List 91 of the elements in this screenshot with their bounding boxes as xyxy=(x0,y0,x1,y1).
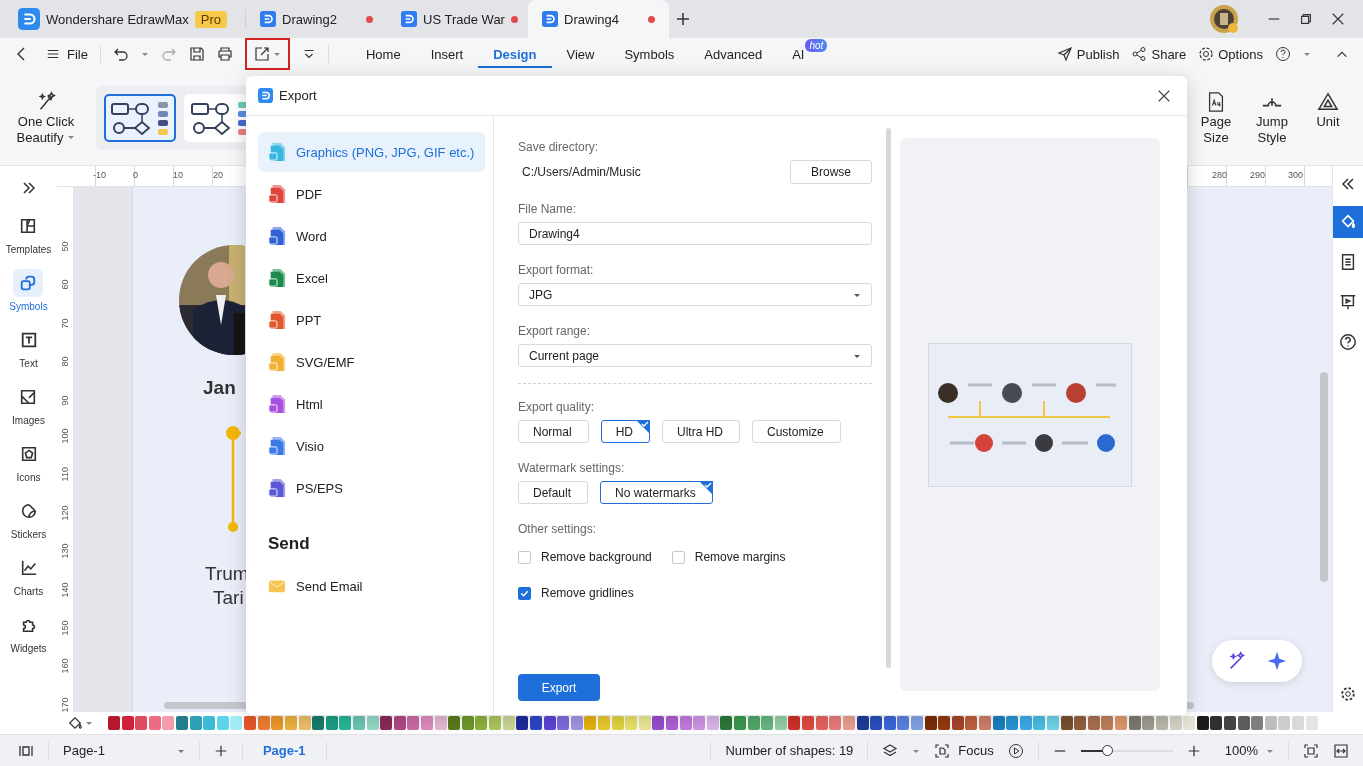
focus-button[interactable]: Focus xyxy=(934,742,994,759)
browse-button[interactable]: Browse xyxy=(790,160,872,184)
quality-option[interactable]: Customize xyxy=(752,420,841,443)
ruler-label: 20 xyxy=(213,170,224,182)
ruler-label: 0 xyxy=(133,170,139,182)
header-action[interactable]: Publish xyxy=(1056,46,1120,62)
hot-badge: hot xyxy=(805,38,828,52)
send-option[interactable]: Send Email xyxy=(258,566,485,606)
ruler-label: 300 xyxy=(1288,170,1305,182)
field-label: Export format: xyxy=(518,263,595,277)
ruler-label: 60 xyxy=(59,278,71,290)
header-action[interactable]: Options xyxy=(1198,46,1263,62)
watermark-option[interactable]: Default xyxy=(518,481,589,504)
ruler-label: 130 xyxy=(59,542,71,559)
checkbox-label: Remove background xyxy=(541,550,652,564)
quality-option[interactable]: HD xyxy=(600,420,650,443)
ribbon-tab[interactable]: Symbols xyxy=(609,40,690,68)
sidebar-item[interactable]: Templates xyxy=(5,212,52,255)
ribbon-tab[interactable]: View xyxy=(551,40,610,68)
checkbox-label: Remove gridlines xyxy=(541,586,634,600)
watermark-option[interactable]: No watermarks xyxy=(600,481,713,504)
ribbon-tool[interactable]: Jump Style xyxy=(1253,90,1291,145)
ruler-label: 10 xyxy=(173,170,184,182)
ruler-label: 80 xyxy=(59,355,71,367)
tab-title: Drawing4 xyxy=(564,11,620,27)
ribbon-tool[interactable]: Unit xyxy=(1309,90,1347,145)
sidebar-item[interactable]: Text xyxy=(13,326,44,369)
format-option[interactable]: SVG/EMF xyxy=(258,342,485,382)
format-option[interactable]: Graphics (PNG, JPG, GIF etc.) xyxy=(258,132,485,172)
ruler-label: 110 xyxy=(59,466,71,482)
ribbon-tool[interactable]: Page Size xyxy=(1197,90,1235,145)
format-option[interactable]: Visio xyxy=(258,426,485,466)
ribbon-tab[interactable]: Design xyxy=(478,40,552,68)
pro-badge: Pro xyxy=(194,10,228,28)
field-label: Export quality: xyxy=(518,400,596,414)
page-dropdown[interactable]: Page-1 xyxy=(63,743,185,758)
ruler-label: 170 xyxy=(59,696,71,713)
format-option[interactable]: PPT xyxy=(258,300,485,340)
ruler-label: 120 xyxy=(59,504,71,521)
ruler-label: 90 xyxy=(59,393,71,405)
format-option[interactable]: PS/EPS xyxy=(258,468,485,508)
ribbon-tab[interactable]: Home xyxy=(350,40,416,68)
sidebar-item[interactable]: Widgets xyxy=(10,611,47,654)
file-menu[interactable]: File xyxy=(46,46,88,62)
format-option[interactable]: Html xyxy=(258,384,485,424)
header-action[interactable]: Share xyxy=(1131,46,1187,62)
export-confirm-button[interactable]: Export xyxy=(518,674,600,701)
sidebar-item[interactable]: Charts xyxy=(13,554,44,597)
ruler-label: 70 xyxy=(59,317,71,329)
tab-title: Drawing2 xyxy=(282,11,338,27)
date-label: Jan xyxy=(203,377,236,399)
document-tab[interactable]: Drawing2 xyxy=(246,0,388,38)
field-label: File Name: xyxy=(518,202,577,216)
format-option[interactable]: PDF xyxy=(258,174,485,214)
ruler-label: 160 xyxy=(59,657,71,674)
tab-title: US Trade War xyxy=(423,11,505,27)
ruler-label: 100 xyxy=(59,427,71,444)
ruler-label: 150 xyxy=(59,619,71,636)
zoom-dropdown[interactable]: 100% xyxy=(1224,743,1274,758)
field-label: Other settings: xyxy=(518,522,598,536)
sidebar-item[interactable]: Icons xyxy=(13,440,44,483)
ruler-label: 280 xyxy=(1212,170,1229,182)
ruler-label: 50 xyxy=(59,240,71,252)
document-tab[interactable]: Drawing4 xyxy=(528,0,670,38)
document-tab[interactable]: US Trade War xyxy=(387,0,529,38)
caption-text: Tari xyxy=(213,587,244,609)
field-label: Save directory: xyxy=(518,140,600,154)
sidebar-item[interactable]: Stickers xyxy=(10,497,47,540)
section-heading: Send xyxy=(268,534,311,554)
sidebar-item[interactable]: Images xyxy=(12,383,45,426)
field-label: Export range: xyxy=(518,324,592,338)
app-name: Wondershare EdrawMax xyxy=(46,11,189,27)
dialog-title: Export xyxy=(279,88,317,103)
field-label: Watermark settings: xyxy=(518,461,626,475)
ruler-label: -10 xyxy=(93,170,107,182)
directory-path: C:/Users/Admin/Music xyxy=(522,165,641,179)
range-dropdown[interactable]: Current page xyxy=(518,344,872,367)
ruler-label: 140 xyxy=(59,580,71,597)
page-tab[interactable]: Page-1 xyxy=(256,743,312,758)
ruler-label: 290 xyxy=(1250,170,1267,182)
quality-option[interactable]: Normal xyxy=(518,420,589,443)
one-click-beautify-button[interactable]: One Click Beautify xyxy=(10,90,82,145)
file-name-field[interactable]: Drawing4 xyxy=(518,222,872,245)
ribbon-tab[interactable]: Advanced xyxy=(689,40,778,68)
shape-count: Number of shapes: 19 xyxy=(725,743,854,758)
format-option[interactable]: Excel xyxy=(258,258,485,298)
checkbox-label: Remove margins xyxy=(694,550,786,564)
format-dropdown[interactable]: JPG xyxy=(518,283,872,306)
quality-option[interactable]: Ultra HD xyxy=(662,420,741,443)
format-option[interactable]: Word xyxy=(258,216,485,256)
ribbon-tab[interactable]: Insert xyxy=(415,40,479,68)
